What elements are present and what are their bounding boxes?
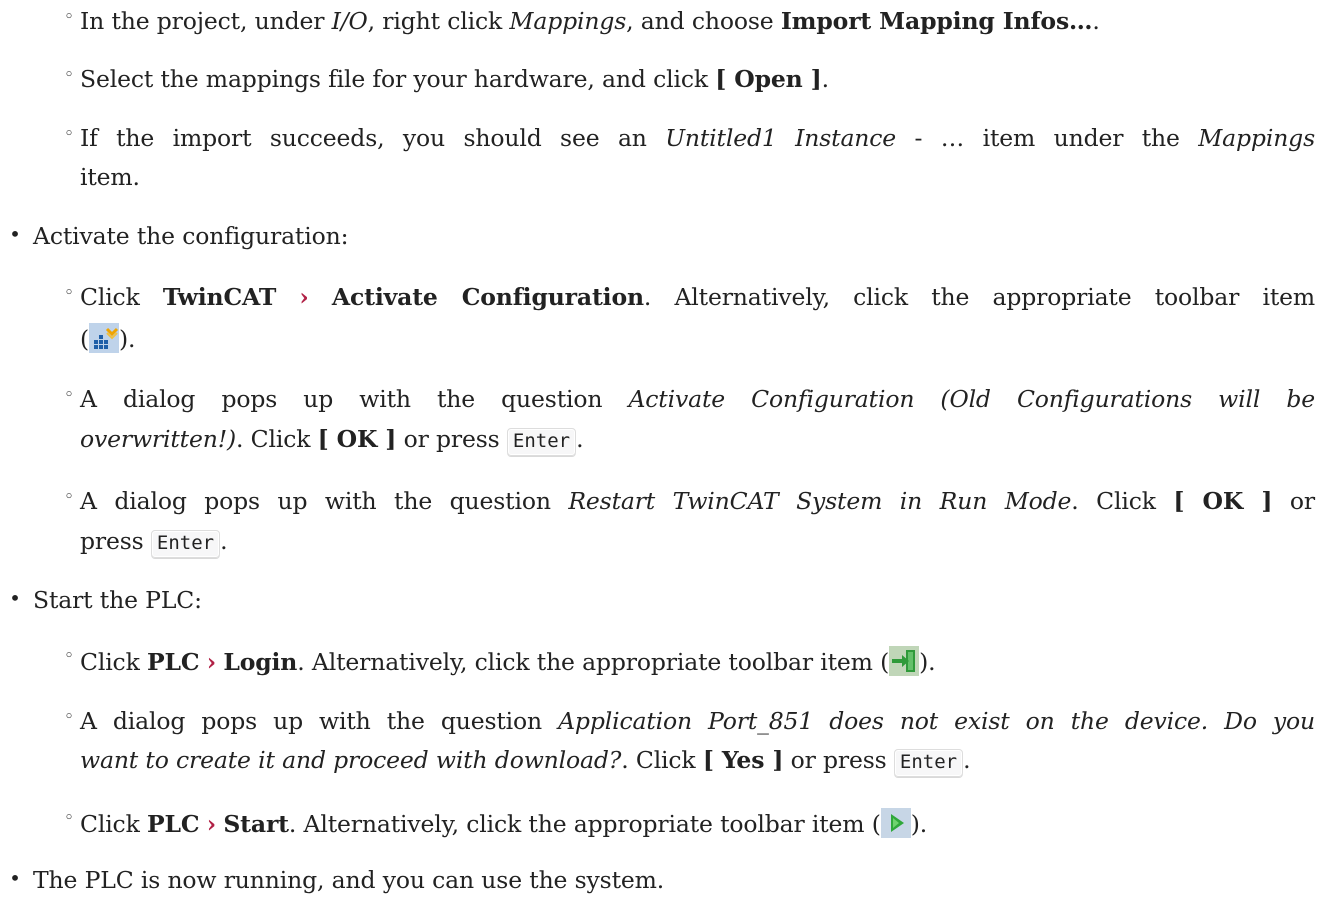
dialog-question: want to create it and proceed with downl… [80, 746, 622, 774]
text: . [220, 527, 228, 555]
ok-button-label: [ OK ] [317, 425, 397, 453]
text: . Alternatively, click the appropriate t… [288, 810, 881, 838]
yes-button-label: [ Yes ] [702, 746, 784, 774]
dialog-question: Activate Configuration (Old Configuratio… [628, 385, 1316, 413]
enter-key: Enter [150, 530, 221, 558]
text: . Click [236, 425, 318, 453]
text: or [1272, 487, 1315, 515]
plc-start-step: Click PLC › Start. Alternatively, click … [80, 808, 927, 838]
enter-key: Enter [506, 428, 577, 456]
text: Click [80, 283, 163, 311]
text: item. [80, 163, 140, 191]
text: If the import succeeds, you should see a… [80, 124, 666, 152]
import-mapping-step: In the project, under I/O, right click M… [80, 7, 1100, 35]
text: Click [80, 810, 147, 838]
restart-dialog-step: A dialog pops up with the question Resta… [80, 487, 1315, 515]
text: - … item under the [896, 124, 1199, 152]
menu-separator: › [206, 810, 217, 838]
select-mappings-file-step: Select the mappings file for your hardwa… [80, 65, 829, 93]
login-menu-item: Login [223, 648, 298, 676]
text: Select the mappings file for your hardwa… [80, 65, 716, 93]
import-mapping-infos-menu-item: Import Mapping Infos… [780, 7, 1093, 35]
bullet: • [9, 222, 21, 246]
untitled-instance-name: Untitled1 Instance [665, 124, 897, 152]
activate-dialog-step-line2: overwritten!). Click [ OK ] or press Ent… [80, 425, 584, 456]
text: ( [80, 325, 90, 353]
text: A dialog pops up with the question [80, 707, 559, 735]
text: , and choose [626, 7, 781, 35]
text: . Click [1071, 487, 1174, 515]
activate-section-title: Activate the configuration: [33, 222, 349, 250]
text: . [963, 746, 971, 774]
text: In the project, under [80, 7, 332, 35]
text: . [576, 425, 584, 453]
activate-configuration-step-line2: ( ). [80, 323, 136, 353]
text: . [1092, 7, 1100, 35]
text: or press [783, 746, 894, 774]
import-success-step-line2: item. [80, 163, 140, 191]
mappings-node-name: Mappings [1198, 124, 1315, 152]
text: ). [119, 325, 136, 353]
text: . [821, 65, 829, 93]
menu-separator: › [299, 283, 309, 311]
mappings-node-name: Mappings [509, 7, 627, 35]
open-button-label: [ Open ] [715, 65, 822, 93]
dialog-question: Restart TwinCAT System in Run Mode [568, 487, 1072, 515]
enter-key: Enter [893, 749, 964, 777]
final-line: The PLC is now running, and you can use … [33, 866, 665, 894]
text: A dialog pops up with the question [80, 385, 629, 413]
login-icon [889, 646, 920, 676]
plc-menu: PLC [146, 648, 200, 676]
text: A dialog pops up with the question [80, 487, 569, 515]
ok-button-label: [ OK ] [1173, 487, 1273, 515]
plc-login-step: Click PLC › Login. Alternatively, click … [80, 646, 936, 676]
dialog-question: overwritten!) [80, 425, 237, 453]
bullet: • [9, 866, 21, 890]
text: . Alternatively, click the appropriate t… [643, 283, 1316, 311]
plc-menu: PLC [146, 810, 200, 838]
bullet: • [9, 586, 21, 610]
activate-configuration-icon [89, 323, 120, 353]
plc-download-dialog-step: A dialog pops up with the question Appli… [80, 707, 1315, 735]
io-node-name: I/O [331, 7, 368, 35]
start-menu-item: Start [223, 810, 289, 838]
dialog-question: Application Port_851 does not exist on t… [558, 707, 1316, 735]
activate-dialog-step: A dialog pops up with the question Activ… [80, 385, 1315, 413]
plc-download-dialog-step-line2: want to create it and proceed with downl… [80, 746, 971, 777]
text: , right click [367, 7, 510, 35]
text: . Click [621, 746, 703, 774]
menu-separator: › [206, 648, 217, 676]
text: press [80, 527, 151, 555]
text: ). [919, 648, 936, 676]
text: Click [80, 648, 147, 676]
start-plc-section-title: Start the PLC: [33, 586, 202, 614]
text: or press [396, 425, 507, 453]
import-success-step: If the import succeeds, you should see a… [80, 124, 1315, 152]
twincat-menu: TwinCAT [162, 283, 277, 311]
start-icon [880, 808, 911, 838]
activate-configuration-step: Click TwinCAT › Activate Configuration. … [80, 283, 1315, 311]
restart-dialog-step-line2: press Enter. [80, 527, 228, 558]
text: . Alternatively, click the appropriate t… [297, 648, 890, 676]
text: ). [910, 810, 928, 838]
activate-configuration-menu-item: Activate Configuration [331, 283, 644, 311]
